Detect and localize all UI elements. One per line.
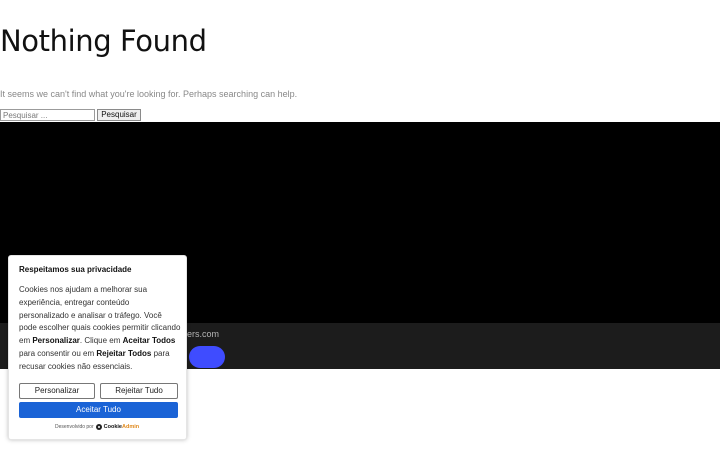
brand-name-accent: Admin [121, 424, 140, 430]
cookie-message-reject-all: Rejeitar Todos [96, 348, 152, 358]
brand-name-main: Cookie [103, 424, 122, 430]
page-title: Nothing Found [0, 24, 207, 58]
cookieadmin-logo-icon [95, 424, 102, 430]
page-subtitle: It seems we can't find what you're looki… [0, 89, 298, 99]
accept-all-button[interactable]: Aceitar Tudo [19, 402, 178, 418]
footer-text: ers.com [187, 329, 220, 339]
cookie-banner-message: Cookies nos ajudam a melhorar sua experi… [19, 284, 181, 374]
footer-button[interactable] [189, 346, 225, 368]
powered-by-label: Desenvolvido por [55, 424, 94, 430]
page: Nothing Found It seems we can't find wha… [0, 0, 720, 450]
cookie-message-customize: Personalizar [32, 336, 80, 346]
cookie-message-accept-all: Aceitar Todos [122, 336, 176, 346]
customize-button[interactable]: Personalizar [19, 383, 95, 399]
reject-all-button[interactable]: Rejeitar Tudo [100, 383, 178, 399]
cookie-message-part: . Clique em [79, 336, 123, 346]
powered-by: Desenvolvido por CookieAdmin [55, 424, 139, 430]
search-input[interactable] [0, 109, 95, 121]
cookie-banner-title: Respeitamos sua privacidade [19, 265, 132, 274]
cookie-message-part: para consentir ou em [19, 348, 97, 358]
brand-name[interactable]: CookieAdmin [104, 424, 139, 430]
cookie-consent-banner: Respeitamos sua privacidade Cookies nos … [8, 255, 187, 440]
search-button[interactable]: Pesquisar [97, 109, 141, 121]
